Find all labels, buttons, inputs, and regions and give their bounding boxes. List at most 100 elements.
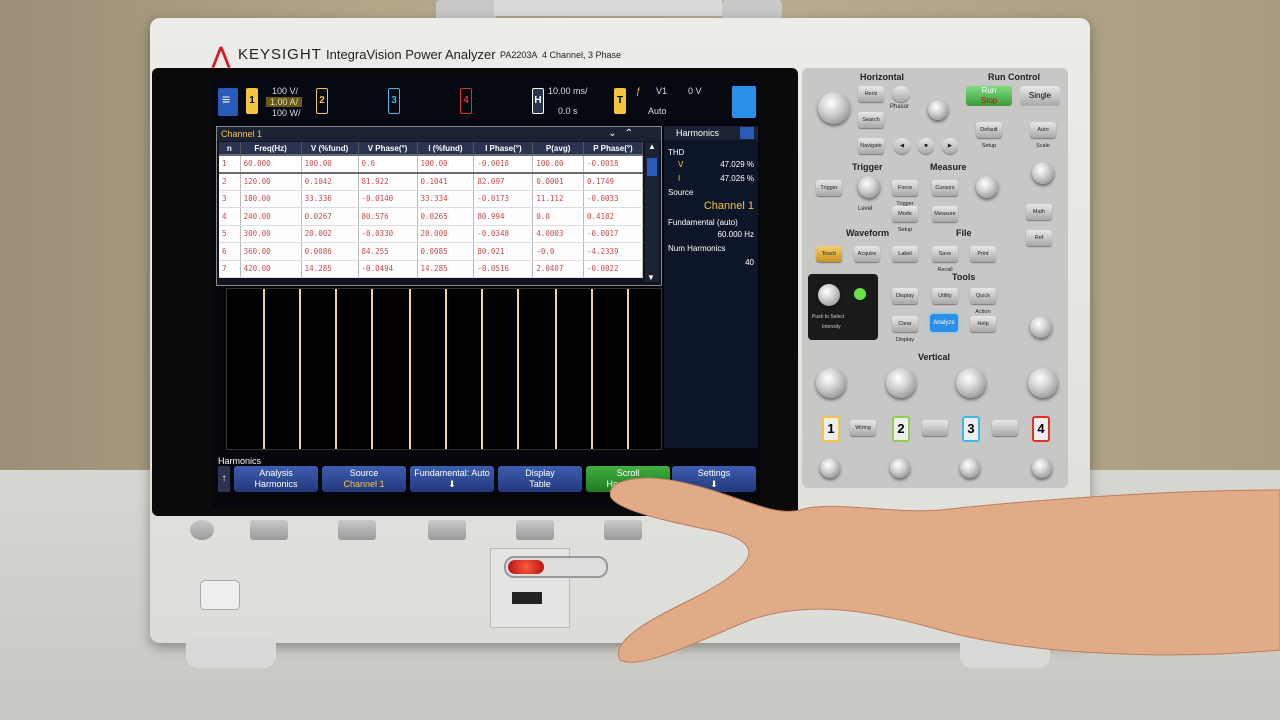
col-freq[interactable]: Freq(Hz) <box>240 142 302 155</box>
ch2-button[interactable]: 2 <box>892 416 910 442</box>
waveform-icon[interactable] <box>732 86 756 118</box>
print-button[interactable]: Print <box>970 246 996 262</box>
math-button[interactable]: Math <box>1026 204 1052 220</box>
search-button[interactable]: Search <box>858 112 884 128</box>
col-p-phase[interactable]: P Phase(°) <box>583 142 644 155</box>
usb-port-icon[interactable] <box>512 592 542 604</box>
clear-display-button[interactable]: Clear Display <box>892 316 918 343</box>
col-v-phase[interactable]: V Phase(°) <box>358 142 418 155</box>
harmonic-bar <box>591 289 593 449</box>
table-cell: 14.285 <box>417 260 475 278</box>
table-row[interactable]: 5 300.00 20.002 -0.0330 20.000 -0.0348 4.0003-… <box>219 225 644 243</box>
hw-softkey-3[interactable] <box>428 520 466 540</box>
hw-softkey-4[interactable] <box>516 520 554 540</box>
table-row[interactable]: 7 420.00 14.285 -0.0494 14.285 -0.0516 2.0407-… <box>219 260 644 278</box>
single-button[interactable]: Single <box>1020 86 1060 106</box>
col-p-avg[interactable]: P(avg) <box>532 142 584 155</box>
wiring-button[interactable]: Wiring <box>850 420 876 436</box>
softkey-analysis[interactable]: Analysis Harmonics <box>234 466 318 492</box>
ch1-button[interactable]: 1 <box>822 416 840 442</box>
model-number: PA2203A <box>500 50 538 60</box>
measure-button[interactable]: Measure <box>932 206 958 222</box>
horiz-button[interactable]: Horiz <box>858 86 884 102</box>
table-row[interactable]: 6 360.00 0.0086 84.255 0.0085 80.021 -0.0 -4.23… <box>219 242 644 261</box>
hw-softkey-2[interactable] <box>338 520 376 540</box>
trigger-tag[interactable]: T <box>614 88 626 114</box>
label-button[interactable]: Label <box>892 246 918 262</box>
trigger-button[interactable]: Trigger <box>816 180 842 196</box>
blank-button-1[interactable] <box>922 420 948 436</box>
ch3-button[interactable]: 3 <box>962 416 980 442</box>
mode-setup-button[interactable]: Mode Setup <box>892 206 918 233</box>
horizontal-scale-knob[interactable] <box>818 92 850 124</box>
table-cell: 0.1041 <box>417 172 475 191</box>
channel-1-tag[interactable]: 1 <box>246 88 258 114</box>
select-knob-panel <box>808 274 878 340</box>
display-button[interactable]: Display <box>892 288 918 304</box>
trigger-level-knob[interactable] <box>858 176 880 198</box>
save-recall-button[interactable]: Save Recall <box>932 246 958 273</box>
acquire-button[interactable]: Acquire <box>854 246 880 262</box>
hw-softkey-1[interactable] <box>250 520 288 540</box>
table-row[interactable]: 4 240.00 0.0267 80.576 0.0265 80.994 0.0 0.4182 <box>219 207 644 226</box>
softkey-back-icon[interactable]: ↑ <box>218 466 230 492</box>
ch1-amp-scale: 1.00 A/ <box>266 97 303 107</box>
collapse-arrows-icon[interactable]: ⌄⌃ <box>608 127 641 141</box>
trigger-source: V1 <box>656 86 668 96</box>
auto-scale-button[interactable]: Auto Scale <box>1030 122 1056 149</box>
softkey-display[interactable]: Display Table <box>498 466 582 492</box>
table-cell: -0.0140 <box>358 190 418 208</box>
harmonic-bar <box>371 289 373 449</box>
ch4-button[interactable]: 4 <box>1032 416 1050 442</box>
cursors-button[interactable]: Cursors <box>932 180 958 196</box>
ch2-scale-knob[interactable] <box>886 368 916 398</box>
channel-2-tag[interactable]: 2 <box>316 88 328 114</box>
horizontal-tag[interactable]: H <box>532 88 544 114</box>
ch3-scale-knob[interactable] <box>956 368 986 398</box>
col-v-fund[interactable]: V (%fund) <box>301 142 359 155</box>
col-i-phase[interactable]: I Phase(°) <box>473 142 534 155</box>
entry-knob[interactable] <box>818 284 840 306</box>
run-stop-button[interactable]: Run Stop <box>966 86 1012 106</box>
home-hw-icon[interactable] <box>190 520 214 540</box>
softkey-fundamental[interactable]: Fundamental: Auto ⬇ <box>410 466 494 492</box>
table-cell: 0.1749 <box>583 172 644 191</box>
table-row[interactable]: 1 60.000 100.00 0.0 100.00 -0.0018 100.00 -0.00… <box>219 154 644 174</box>
nav-back-icon[interactable]: ◀ <box>894 138 910 154</box>
col-n[interactable]: n <box>219 142 241 155</box>
ref-button[interactable]: Ref <box>1026 230 1052 246</box>
touch-button[interactable]: Touch <box>816 246 842 262</box>
ch1-scale-knob[interactable] <box>816 368 846 398</box>
math-knob[interactable] <box>1032 162 1054 184</box>
col-i-fund[interactable]: I (%fund) <box>417 142 475 155</box>
side-menu-icon[interactable] <box>740 127 754 139</box>
analyze-button[interactable]: Analyze <box>930 314 958 332</box>
nav-forward-icon[interactable]: ▶ <box>942 138 958 154</box>
channel-4-tag[interactable]: 4 <box>460 88 472 114</box>
left-foot <box>186 638 276 668</box>
default-setup-button[interactable]: Default Setup <box>976 122 1002 149</box>
main-menu-button[interactable] <box>218 88 238 116</box>
ch4-scale-knob[interactable] <box>1028 368 1058 398</box>
table-row[interactable]: 2 120.00 0.1042 81.922 0.1041 82.097 0.0001 0.1… <box>219 172 644 191</box>
table-scrollbar[interactable]: ▲ ▼ <box>645 142 659 282</box>
table-row[interactable]: 3 180.00 33.336 -0.0140 33.334 -0.0173 11.112-… <box>219 190 644 208</box>
nav-stop-icon[interactable]: ■ <box>918 138 934 154</box>
ref-knob[interactable] <box>1030 316 1052 338</box>
trigger-level: 0 V <box>688 86 702 96</box>
cursors-knob[interactable] <box>976 176 998 198</box>
quick-action-button[interactable]: Quick Action <box>970 288 996 315</box>
force-trigger-button[interactable]: Force Trigger <box>892 180 918 207</box>
scroll-down-icon[interactable]: ▼ <box>647 273 655 282</box>
softkey-source[interactable]: Source Channel 1 <box>322 466 406 492</box>
power-button[interactable] <box>200 580 240 610</box>
horizontal-position-knob[interactable] <box>928 100 948 120</box>
blank-button-2[interactable] <box>992 420 1018 436</box>
channel-3-tag[interactable]: 3 <box>388 88 400 114</box>
utility-button[interactable]: Utility <box>932 288 958 304</box>
scroll-thumb[interactable] <box>647 158 657 176</box>
scroll-up-icon[interactable]: ▲ <box>645 142 659 151</box>
phasor-button[interactable] <box>892 86 910 102</box>
help-button[interactable]: Help <box>970 316 996 332</box>
navigate-button[interactable]: Navigate <box>858 138 884 154</box>
